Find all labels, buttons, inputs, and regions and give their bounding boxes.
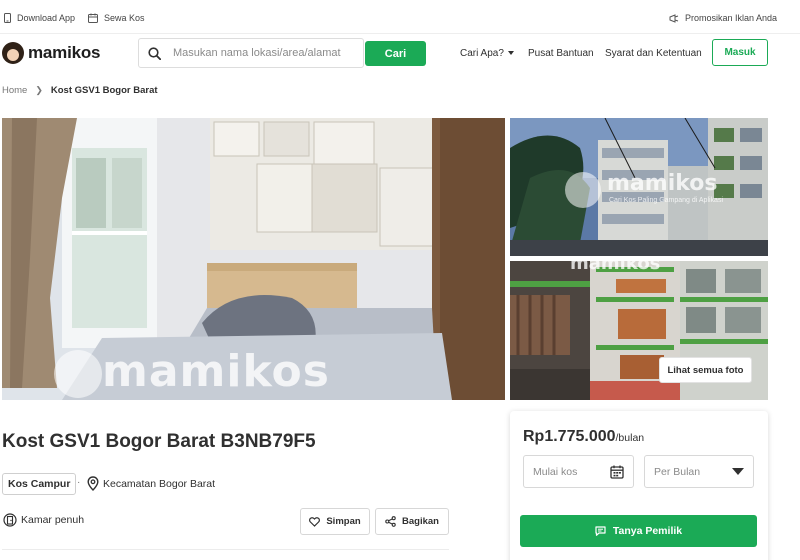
login-button[interactable]: Masuk [712,39,768,66]
nav-cari-apa-dropdown[interactable]: Cari Apa? [460,48,514,59]
section-divider [2,549,449,550]
caret-down-icon [507,51,514,56]
breadcrumb-home[interactable]: Home [2,85,27,96]
search-bar [138,38,364,68]
see-all-photos-button[interactable]: Lihat semua foto [659,357,752,383]
rental-period-select[interactable]: Per Bulan [644,455,754,488]
listing-title: Kost GSV1 Bogor Barat B3NB79F5 [2,431,316,452]
photo-1-watermark-tagline: Cari Kos Paling Gampang di Aplikasi [609,197,724,204]
ask-owner-label: Tanya Pemilik [612,525,683,537]
search-icon [148,46,161,60]
location-info: Kecamatan Bogor Barat [87,476,215,491]
share-icon [385,516,396,527]
share-button-label: Bagikan [402,516,439,527]
info-separator: · [77,477,81,488]
phone-icon [4,13,11,23]
photo-2-watermark: mamikos [570,261,661,274]
save-button-label: Simpan [326,516,361,527]
download-app-link[interactable]: Download App [4,12,75,24]
save-button[interactable]: Simpan [300,508,370,535]
gender-tag: Kos Campur [2,473,77,495]
breadcrumb-current: Kost GSV1 Bogor Barat [50,85,158,96]
nav-pusat-bantuan[interactable]: Pusat Bantuan [528,48,594,59]
sewa-kos-label: Sewa Kos [104,13,145,23]
nav-cari-apa-label: Cari Apa? [460,48,504,59]
heart-icon [309,516,321,527]
caret-down-icon [732,468,744,475]
promote-ad-link[interactable]: Promosikan Iklan Anda [669,12,777,24]
breadcrumb: Home ❯ Kost GSV1 Bogor Barat [2,85,158,96]
share-button[interactable]: Bagikan [375,508,449,535]
chevron-right-icon: ❯ [35,85,43,95]
door-icon [3,513,17,527]
rental-period-value: Per Bulan [654,465,701,478]
ask-owner-button[interactable]: Tanya Pemilik [520,515,757,547]
price-amount: Rp1.775.000 [523,428,616,445]
location-label: Kecamatan Bogor Barat [103,477,216,490]
location-pin-icon [87,476,99,491]
building-photo-1[interactable]: mamikos Cari Kos Paling Gampang di Aplik… [510,118,768,256]
search-button[interactable]: Cari [365,41,426,66]
chat-icon [595,526,606,536]
calendar-icon [610,465,624,479]
price-unit: /bulan [615,432,645,444]
start-date-field[interactable]: Mulai kos [523,455,634,488]
main-room-photo[interactable]: mamikos [2,118,505,400]
mamikos-logo[interactable]: mamikos [2,42,101,64]
photo-1-watermark: mamikos [607,171,718,196]
main-header: mamikos Cari Cari Apa? Pusat Bantuan Sya… [0,34,800,74]
watermark-mascot-icon [54,350,102,398]
booking-card: Rp1.775.000/bulan Mulai kos Per Bulan Ta… [510,411,768,560]
download-app-label: Download App [17,13,76,23]
watermark-mascot-icon [565,172,601,208]
room-status: Kamar penuh [3,513,84,527]
nav-syarat-ketentuan[interactable]: Syarat dan Ketentuan [605,48,702,59]
utility-bar: Download App Sewa Kos Promosikan Iklan A… [0,0,800,34]
mamikos-mascot-icon [2,42,24,64]
search-input[interactable] [173,47,353,59]
sewa-kos-link[interactable]: Sewa Kos [88,12,145,24]
calendar-icon [88,13,98,23]
room-status-label: Kamar penuh [21,514,85,526]
promote-ad-label: Promosikan Iklan Anda [685,13,778,23]
start-date-placeholder: Mulai kos [533,465,578,478]
price-display: Rp1.775.000/bulan [523,428,644,446]
megaphone-icon [669,13,679,23]
main-photo-watermark: mamikos [102,346,330,397]
logo-text: mamikos [28,43,101,62]
